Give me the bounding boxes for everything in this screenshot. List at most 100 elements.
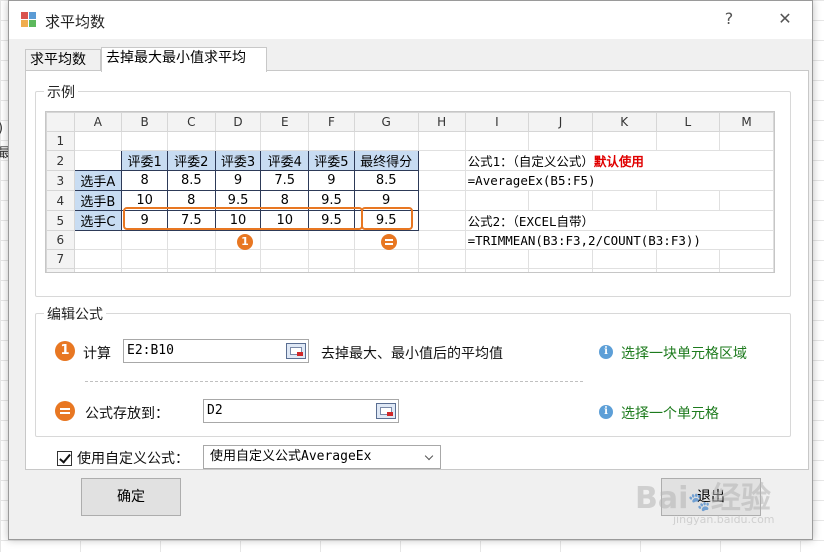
judge-header: 评委3 bbox=[214, 150, 262, 171]
example-group-title: 示例 bbox=[44, 82, 78, 102]
judge-header: 评委1 bbox=[121, 150, 168, 171]
calc-description: 去掉最大、最小值后的平均值 bbox=[321, 346, 503, 362]
watermark-url: jingyan.baidu.com bbox=[673, 513, 775, 526]
sheet-cell bbox=[591, 249, 657, 269]
info-icon: i bbox=[599, 345, 613, 359]
row-header: 3 bbox=[46, 170, 75, 191]
formula1-label-cell: 公式1：（自定义公式）默认使用 bbox=[464, 150, 774, 171]
tab-trim-average[interactable]: 去掉最大最小值求平均 bbox=[101, 47, 267, 72]
score-cell: 9 bbox=[214, 170, 262, 191]
close-button[interactable]: ✕ bbox=[775, 9, 795, 29]
sheet-cell bbox=[417, 131, 466, 151]
custom-formula-select[interactable]: 使用自定义公式AverageEx bbox=[203, 445, 441, 469]
col-header: J bbox=[528, 112, 593, 132]
col-header: D bbox=[214, 112, 262, 132]
sheet-cell bbox=[591, 131, 657, 151]
col-header: I bbox=[464, 112, 530, 132]
sheet-cell bbox=[121, 230, 168, 250]
sheet-cell bbox=[719, 190, 774, 211]
score-cell: 8.5 bbox=[166, 170, 216, 191]
tab-average[interactable]: 求平均数 bbox=[25, 49, 101, 71]
col-header: L bbox=[655, 112, 721, 132]
col-header: M bbox=[719, 112, 774, 132]
judge-header: 评委5 bbox=[308, 150, 355, 171]
col-header: H bbox=[417, 112, 466, 132]
judge-header: 评委2 bbox=[166, 150, 216, 171]
row-header: 4 bbox=[46, 190, 75, 211]
score-cell: 9 bbox=[308, 170, 355, 191]
custom-formula-checkbox[interactable] bbox=[57, 451, 72, 466]
sheet-cell bbox=[214, 249, 262, 269]
col-header: A bbox=[73, 112, 123, 132]
col-header: F bbox=[308, 112, 355, 132]
calc-range-input[interactable]: E2:B10 bbox=[123, 339, 309, 363]
help-button[interactable]: ? bbox=[719, 9, 739, 29]
cell-picker-icon[interactable] bbox=[376, 403, 396, 419]
formula2-label-cell: 公式2：（EXCEL自带） bbox=[464, 210, 774, 231]
sheet-cell bbox=[591, 268, 657, 272]
col-header: B bbox=[121, 112, 168, 132]
sheet-cell bbox=[121, 131, 168, 151]
player-label: 选手A bbox=[73, 170, 123, 191]
sheet-cell bbox=[528, 131, 593, 151]
sheet-cell bbox=[308, 230, 355, 250]
sheet-cell bbox=[719, 268, 774, 272]
sheet-cell bbox=[464, 268, 530, 272]
sheet-cell bbox=[417, 190, 466, 211]
sheet-cell bbox=[464, 131, 530, 151]
col-header: G bbox=[353, 112, 419, 132]
sheet-cell bbox=[73, 230, 123, 250]
final-score-cell: 8.5 bbox=[353, 170, 419, 191]
sheet-cell bbox=[464, 190, 530, 211]
col-header: C bbox=[166, 112, 216, 132]
row-header: 1 bbox=[46, 131, 75, 151]
badge-equals-icon bbox=[381, 234, 397, 250]
sheet-cell bbox=[464, 249, 530, 269]
watermark-logo: Bai bbox=[635, 481, 689, 516]
store-label: 公式存放到： bbox=[85, 406, 169, 422]
player-label: 选手B bbox=[73, 190, 123, 211]
sheet-cell bbox=[417, 150, 466, 171]
sheet-cell bbox=[719, 131, 774, 151]
custom-formula-label: 使用自定义公式： bbox=[77, 451, 189, 467]
sheet-cell bbox=[417, 249, 466, 269]
sheet-cell bbox=[214, 131, 262, 151]
title-bar: 求平均数 ? ✕ bbox=[9, 1, 812, 39]
sheet-cell bbox=[417, 268, 466, 272]
sheet-cell bbox=[591, 190, 657, 211]
calc-label: 计算 bbox=[83, 346, 111, 362]
sheet-cell bbox=[528, 190, 593, 211]
score-cell: 7.5 bbox=[260, 170, 310, 191]
judge-header: 评委4 bbox=[260, 150, 310, 171]
ok-button[interactable]: 确定 bbox=[81, 478, 181, 516]
sheet-cell bbox=[528, 268, 593, 272]
final-score-header: 最终得分 bbox=[353, 150, 419, 171]
sheet-cell bbox=[166, 249, 216, 269]
sheet-cell bbox=[260, 230, 310, 250]
step-one-icon: 1 bbox=[55, 341, 75, 361]
sheet-cell bbox=[260, 131, 310, 151]
sheet-cell bbox=[260, 249, 310, 269]
store-hint: 选择一个单元格 bbox=[621, 406, 719, 422]
row-header: 8 bbox=[46, 268, 75, 272]
step-equals-icon bbox=[55, 401, 75, 421]
divider bbox=[85, 381, 583, 382]
sheet-cell bbox=[655, 268, 721, 272]
store-cell-input[interactable]: D2 bbox=[203, 399, 399, 423]
col-header: E bbox=[260, 112, 310, 132]
sheet-cell bbox=[655, 249, 721, 269]
row-header: 7 bbox=[46, 249, 75, 269]
range-picker-icon[interactable] bbox=[286, 343, 306, 359]
watermark-logo-tail: 经验 bbox=[710, 481, 771, 516]
dialog-window: 求平均数 ? ✕ 求平均数 去掉最大最小值求平均 示例 A B C D E F … bbox=[8, 0, 813, 540]
sheet-cell bbox=[308, 268, 355, 272]
highlight-result-box bbox=[361, 207, 413, 230]
sheet-cell bbox=[308, 131, 355, 151]
formula2-cell: =TRIMMEAN(B3:F3,2/COUNT(B3:F3)) bbox=[464, 230, 774, 250]
sheet-cell bbox=[353, 268, 419, 272]
sheet-cell bbox=[121, 268, 168, 272]
formula1-label: 公式1：（自定义公式） bbox=[467, 154, 594, 169]
sheet-cell bbox=[166, 230, 216, 250]
formula1-cell: =AverageEx(B5:F5) bbox=[464, 170, 774, 191]
row-header: 2 bbox=[46, 150, 75, 171]
